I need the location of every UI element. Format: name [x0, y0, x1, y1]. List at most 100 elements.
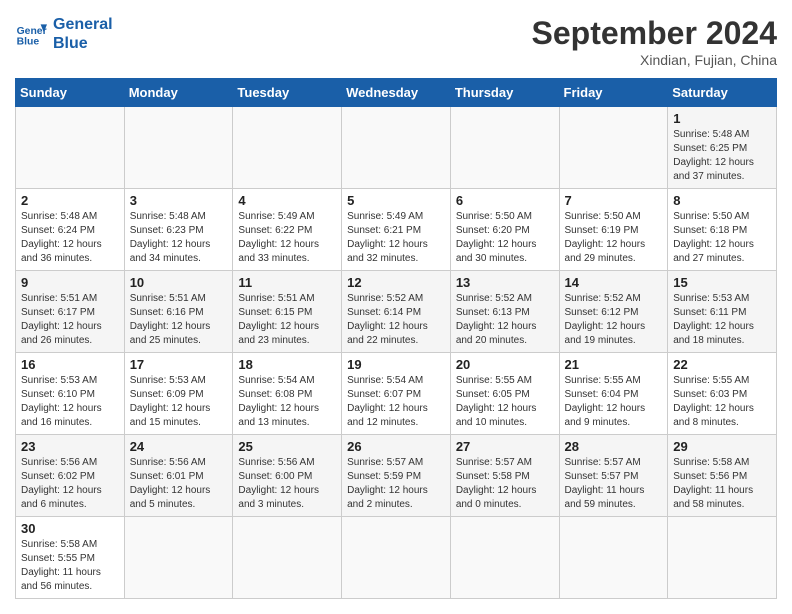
day-info: Sunrise: 5:57 AM Sunset: 5:57 PM Dayligh…	[565, 457, 645, 510]
calendar-cell: 7Sunrise: 5:50 AM Sunset: 6:19 PM Daylig…	[559, 189, 668, 271]
calendar-cell: 16 Sunrise: 5:53 AM Sunset: 6:10 PM Dayli…	[16, 353, 125, 435]
calendar-cell: 20 Sunrise: 5:55 AM Sunset: 6:05 PM Dayli…	[450, 353, 559, 435]
calendar-cell: 19Sunrise: 5:54 AM Sunset: 6:07 PM Dayli…	[342, 353, 451, 435]
calendar-cell: 24 Sunrise: 5:56 AM Sunset: 6:01 PM Dayli…	[124, 435, 233, 517]
day-info: Sunrise: 5:56 AM Sunset: 6:01 PM Dayligh…	[130, 457, 211, 510]
day-info: Sunrise: 5:56 AM Sunset: 6:02 PM Dayligh…	[21, 457, 102, 510]
day-info: Sunrise: 5:51 AM Sunset: 6:15 PM Dayligh…	[238, 293, 319, 346]
title-block: September 2024 Xindian, Fujian, China	[532, 15, 777, 68]
day-number: 4	[238, 193, 336, 208]
day-info: Sunrise: 5:56 AM Sunset: 6:00 PM Dayligh…	[238, 457, 319, 510]
day-number: 21	[565, 357, 663, 372]
calendar-header-row: SundayMondayTuesdayWednesdayThursdayFrid…	[16, 79, 777, 107]
calendar-cell: 23 Sunrise: 5:56 AM Sunset: 6:02 PM Dayli…	[16, 435, 125, 517]
calendar-cell	[124, 107, 233, 189]
day-info: Sunrise: 5:48 AM Sunset: 6:23 PM Dayligh…	[130, 211, 211, 264]
calendar-cell	[233, 517, 342, 599]
day-info: Sunrise: 5:49 AM Sunset: 6:21 PM Dayligh…	[347, 211, 428, 264]
calendar-cell: 29 Sunrise: 5:58 AM Sunset: 5:56 PM Dayli…	[668, 435, 777, 517]
day-info: Sunrise: 5:50 AM Sunset: 6:18 PM Dayligh…	[673, 211, 754, 264]
day-number: 2	[21, 193, 119, 208]
logo-text-blue: Blue	[53, 34, 113, 53]
day-info: Sunrise: 5:58 AM Sunset: 5:56 PM Dayligh…	[673, 457, 753, 510]
day-header-thursday: Thursday	[450, 79, 559, 107]
day-header-saturday: Saturday	[668, 79, 777, 107]
calendar-table: SundayMondayTuesdayWednesdayThursdayFrid…	[15, 78, 777, 599]
day-number: 29	[673, 439, 771, 454]
day-header-wednesday: Wednesday	[342, 79, 451, 107]
day-info: Sunrise: 5:49 AM Sunset: 6:22 PM Dayligh…	[238, 211, 319, 264]
svg-text:Blue: Blue	[17, 37, 40, 48]
calendar-cell: 11 Sunrise: 5:51 AM Sunset: 6:15 PM Dayli…	[233, 271, 342, 353]
day-number: 15	[673, 275, 771, 290]
day-info: Sunrise: 5:57 AM Sunset: 5:59 PM Dayligh…	[347, 457, 428, 510]
day-number: 20	[456, 357, 554, 372]
calendar-cell	[16, 107, 125, 189]
day-number: 26	[347, 439, 445, 454]
day-header-sunday: Sunday	[16, 79, 125, 107]
day-header-tuesday: Tuesday	[233, 79, 342, 107]
calendar-cell	[233, 107, 342, 189]
day-number: 3	[130, 193, 228, 208]
day-info: Sunrise: 5:52 AM Sunset: 6:13 PM Dayligh…	[456, 293, 537, 346]
calendar-cell: 10 Sunrise: 5:51 AM Sunset: 6:16 PM Dayli…	[124, 271, 233, 353]
day-info: Sunrise: 5:55 AM Sunset: 6:04 PM Dayligh…	[565, 375, 646, 428]
day-number: 30	[21, 521, 119, 536]
page-header: General Blue General Blue September 2024…	[15, 15, 777, 68]
day-info: Sunrise: 5:50 AM Sunset: 6:20 PM Dayligh…	[456, 211, 537, 264]
day-number: 6	[456, 193, 554, 208]
calendar-week-1: 1Sunrise: 5:48 AM Sunset: 6:25 PM Daylig…	[16, 107, 777, 189]
calendar-cell: 5 Sunrise: 5:49 AM Sunset: 6:21 PM Daylig…	[342, 189, 451, 271]
day-info: Sunrise: 5:54 AM Sunset: 6:07 PM Dayligh…	[347, 375, 428, 428]
calendar-cell	[559, 517, 668, 599]
day-number: 1	[673, 111, 771, 126]
calendar-cell: 27 Sunrise: 5:57 AM Sunset: 5:58 PM Dayli…	[450, 435, 559, 517]
calendar-cell: 9 Sunrise: 5:51 AM Sunset: 6:17 PM Daylig…	[16, 271, 125, 353]
calendar-body: 1Sunrise: 5:48 AM Sunset: 6:25 PM Daylig…	[16, 107, 777, 599]
day-info: Sunrise: 5:53 AM Sunset: 6:09 PM Dayligh…	[130, 375, 211, 428]
day-info: Sunrise: 5:53 AM Sunset: 6:10 PM Dayligh…	[21, 375, 102, 428]
calendar-cell	[450, 517, 559, 599]
day-info: Sunrise: 5:57 AM Sunset: 5:58 PM Dayligh…	[456, 457, 537, 510]
calendar-week-5: 23 Sunrise: 5:56 AM Sunset: 6:02 PM Dayli…	[16, 435, 777, 517]
day-number: 13	[456, 275, 554, 290]
day-info: Sunrise: 5:51 AM Sunset: 6:17 PM Dayligh…	[21, 293, 102, 346]
day-info: Sunrise: 5:53 AM Sunset: 6:11 PM Dayligh…	[673, 293, 754, 346]
calendar-week-6: 30 Sunrise: 5:58 AM Sunset: 5:55 PM Dayli…	[16, 517, 777, 599]
day-number: 18	[238, 357, 336, 372]
logo: General Blue General Blue	[15, 15, 113, 53]
calendar-week-3: 9 Sunrise: 5:51 AM Sunset: 6:17 PM Daylig…	[16, 271, 777, 353]
day-info: Sunrise: 5:52 AM Sunset: 6:12 PM Dayligh…	[565, 293, 646, 346]
day-info: Sunrise: 5:52 AM Sunset: 6:14 PM Dayligh…	[347, 293, 428, 346]
month-title: September 2024	[532, 15, 777, 52]
day-number: 28	[565, 439, 663, 454]
calendar-cell	[450, 107, 559, 189]
day-number: 12	[347, 275, 445, 290]
day-number: 16	[21, 357, 119, 372]
calendar-cell: 14Sunrise: 5:52 AM Sunset: 6:12 PM Dayli…	[559, 271, 668, 353]
calendar-cell: 3 Sunrise: 5:48 AM Sunset: 6:23 PM Daylig…	[124, 189, 233, 271]
calendar-cell	[342, 107, 451, 189]
day-info: Sunrise: 5:51 AM Sunset: 6:16 PM Dayligh…	[130, 293, 211, 346]
day-number: 5	[347, 193, 445, 208]
logo-text-general: General	[53, 15, 113, 34]
calendar-cell: 28 Sunrise: 5:57 AM Sunset: 5:57 PM Dayli…	[559, 435, 668, 517]
calendar-cell	[559, 107, 668, 189]
day-info: Sunrise: 5:55 AM Sunset: 6:05 PM Dayligh…	[456, 375, 537, 428]
calendar-cell: 15 Sunrise: 5:53 AM Sunset: 6:11 PM Dayli…	[668, 271, 777, 353]
calendar-cell: 1Sunrise: 5:48 AM Sunset: 6:25 PM Daylig…	[668, 107, 777, 189]
calendar-cell: 2 Sunrise: 5:48 AM Sunset: 6:24 PM Daylig…	[16, 189, 125, 271]
calendar-cell: 18Sunrise: 5:54 AM Sunset: 6:08 PM Dayli…	[233, 353, 342, 435]
day-number: 9	[21, 275, 119, 290]
day-number: 11	[238, 275, 336, 290]
day-info: Sunrise: 5:58 AM Sunset: 5:55 PM Dayligh…	[21, 539, 101, 592]
day-number: 10	[130, 275, 228, 290]
day-number: 27	[456, 439, 554, 454]
day-info: Sunrise: 5:48 AM Sunset: 6:24 PM Dayligh…	[21, 211, 102, 264]
day-number: 24	[130, 439, 228, 454]
day-header-monday: Monday	[124, 79, 233, 107]
calendar-week-2: 2 Sunrise: 5:48 AM Sunset: 6:24 PM Daylig…	[16, 189, 777, 271]
calendar-cell: 21 Sunrise: 5:55 AM Sunset: 6:04 PM Dayli…	[559, 353, 668, 435]
day-number: 23	[21, 439, 119, 454]
day-info: Sunrise: 5:55 AM Sunset: 6:03 PM Dayligh…	[673, 375, 754, 428]
